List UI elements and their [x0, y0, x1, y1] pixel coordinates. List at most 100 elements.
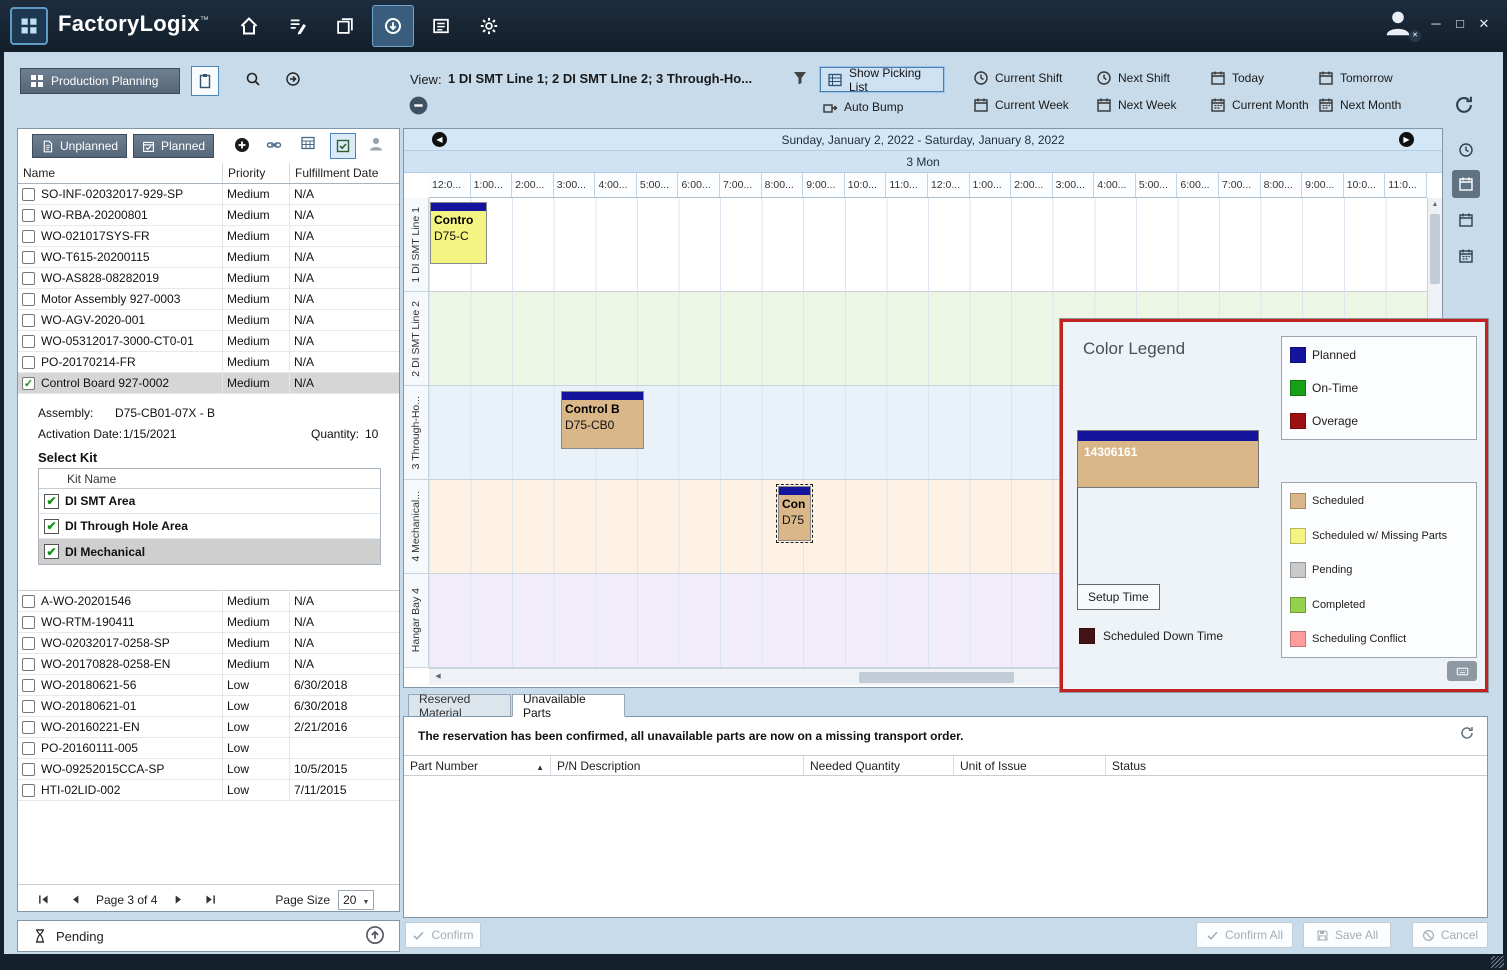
confirm-all-button[interactable]: Confirm All	[1196, 922, 1293, 948]
confirm-button[interactable]: Confirm	[405, 922, 481, 948]
table-row[interactable]: WO-09252015CCA-SPLow10/5/2015	[18, 759, 399, 780]
table-row[interactable]: WO-20160221-ENLow2/21/2016	[18, 717, 399, 738]
row-checkbox[interactable]	[22, 335, 35, 348]
previous-page-button[interactable]	[66, 891, 84, 909]
column-header-priority[interactable]: Priority	[223, 163, 290, 183]
tomorrow-button[interactable]: Tomorrow	[1318, 70, 1393, 86]
today-button[interactable]: Today	[1210, 70, 1264, 86]
column-header-needed-quantity[interactable]: Needed Quantity	[804, 756, 954, 775]
legend-toggle-button[interactable]	[1447, 661, 1477, 681]
table-row[interactable]: PO-20170214-FRMediumN/A	[18, 352, 399, 373]
tab-reserved-material[interactable]: Reserved Material	[408, 694, 511, 717]
unplanned-tab[interactable]: Unplanned	[32, 134, 127, 158]
nav-reports-button[interactable]	[420, 5, 462, 47]
auto-bump-button[interactable]: Auto Bump	[822, 99, 903, 115]
table-row[interactable]: WO-AGV-2020-001MediumN/A	[18, 310, 399, 331]
month-view-button[interactable]	[1452, 242, 1480, 270]
table-row-selected[interactable]: Control Board 927-0002MediumN/A	[18, 373, 399, 394]
kit-row[interactable]: DI Through Hole Area	[39, 514, 380, 539]
column-header-unit-of-issue[interactable]: Unit of Issue	[954, 756, 1106, 775]
row-checkbox[interactable]	[22, 595, 35, 608]
gantt-row-smt-line-1[interactable]	[429, 198, 1427, 292]
save-all-button[interactable]: Save All	[1303, 922, 1391, 948]
gantt-event[interactable]: Contro D75-C	[430, 202, 487, 264]
table-row[interactable]: WO-RBA-20200801MediumN/A	[18, 205, 399, 226]
goto-button[interactable]	[285, 71, 301, 92]
last-page-button[interactable]	[201, 891, 219, 909]
maximize-button[interactable]	[1450, 16, 1470, 31]
show-picking-list-button[interactable]: Show Picking List	[820, 67, 944, 92]
table-row[interactable]: SO-INF-02032017-929-SPMediumN/A	[18, 184, 399, 205]
multi-select-button[interactable]	[330, 133, 356, 159]
nav-forms-button[interactable]	[276, 5, 318, 47]
current-week-button[interactable]: Current Week	[973, 97, 1069, 113]
cancel-button[interactable]: Cancel	[1412, 922, 1488, 948]
next-week-button[interactable]: Next Week	[1096, 97, 1176, 113]
column-header-status[interactable]: Status	[1106, 756, 1487, 775]
row-checkbox[interactable]	[22, 188, 35, 201]
link-button[interactable]	[266, 137, 282, 153]
kit-checkbox-checked[interactable]	[44, 519, 59, 534]
minimize-button[interactable]	[1426, 16, 1446, 31]
resize-grip[interactable]	[1491, 956, 1504, 968]
view-filter-button[interactable]	[792, 70, 808, 91]
row-checkbox[interactable]	[22, 356, 35, 369]
collapse-up-button[interactable]	[365, 925, 385, 948]
table-row[interactable]: WO-021017SYS-FRMediumN/A	[18, 226, 399, 247]
gantt-event-selected[interactable]: Con D75	[778, 486, 811, 541]
kit-checkbox-checked[interactable]	[44, 494, 59, 509]
horizontal-scroll-thumb[interactable]	[859, 672, 1014, 683]
row-checkbox[interactable]	[22, 272, 35, 285]
kit-row-selected[interactable]: DI Mechanical	[39, 539, 380, 564]
nav-documents-button[interactable]	[324, 5, 366, 47]
row-checkbox[interactable]	[22, 742, 35, 755]
week-view-button[interactable]	[1452, 206, 1480, 234]
next-week-arrow-icon[interactable]	[1399, 132, 1414, 147]
nav-settings-button[interactable]	[468, 5, 510, 47]
day-view-button[interactable]	[1452, 170, 1480, 198]
next-month-button[interactable]: Next Month	[1318, 97, 1401, 113]
current-shift-button[interactable]: Current Shift	[973, 70, 1062, 86]
column-header-name[interactable]: Name	[18, 163, 223, 183]
grid-view-button[interactable]	[300, 135, 316, 151]
row-checkbox[interactable]	[22, 314, 35, 327]
kit-checkbox-checked[interactable]	[44, 544, 59, 559]
row-checkbox[interactable]	[22, 230, 35, 243]
production-planning-button[interactable]: Production Planning	[20, 68, 180, 94]
table-row[interactable]: HTI-02LID-002Low7/11/2015	[18, 780, 399, 801]
table-row[interactable]: WO-05312017-3000-CT0-01MediumN/A	[18, 331, 399, 352]
collapse-row-button[interactable]	[409, 96, 428, 120]
refresh-button[interactable]	[1453, 94, 1475, 121]
scroll-up-icon[interactable]: ▲	[1428, 198, 1442, 212]
column-header-fulfillment-date[interactable]: Fulfillment Date	[290, 163, 399, 183]
table-row[interactable]: WO-20170828-0258-ENMediumN/A	[18, 654, 399, 675]
current-month-button[interactable]: Current Month	[1210, 97, 1309, 113]
next-page-button[interactable]	[169, 891, 187, 909]
gantt-event[interactable]: Control B D75-CB0	[561, 391, 644, 449]
row-checkbox[interactable]	[22, 763, 35, 776]
scroll-left-icon[interactable]: ◀	[431, 670, 445, 684]
column-header-pn-description[interactable]: P/N Description	[551, 756, 804, 775]
row-checkbox[interactable]	[22, 251, 35, 264]
clipboard-button[interactable]	[191, 66, 219, 96]
add-work-order-button[interactable]	[234, 137, 250, 153]
kit-row[interactable]: DI SMT Area	[39, 489, 380, 514]
row-checkbox[interactable]	[22, 293, 35, 306]
previous-week-arrow-icon[interactable]	[432, 132, 447, 147]
tab-unavailable-parts[interactable]: Unavailable Parts	[512, 694, 625, 717]
first-page-button[interactable]	[34, 891, 52, 909]
panel-refresh-button[interactable]	[1459, 725, 1475, 746]
timeline-view-button[interactable]	[1452, 136, 1480, 164]
row-checkbox[interactable]	[22, 209, 35, 222]
planned-tab[interactable]: Planned	[133, 134, 214, 158]
table-row[interactable]: PO-20160111-005Low	[18, 738, 399, 759]
scheduler-day-header[interactable]: 3 Mon	[404, 151, 1442, 173]
next-shift-button[interactable]: Next Shift	[1096, 70, 1170, 86]
assign-user-button[interactable]	[368, 136, 384, 152]
row-checkbox[interactable]	[22, 700, 35, 713]
table-row[interactable]: A-WO-20201546MediumN/A	[18, 591, 399, 612]
table-row[interactable]: WO-20180621-01Low6/30/2018	[18, 696, 399, 717]
nav-home-button[interactable]	[228, 5, 270, 47]
user-account-button[interactable]	[1383, 8, 1417, 42]
row-checkbox[interactable]	[22, 721, 35, 734]
